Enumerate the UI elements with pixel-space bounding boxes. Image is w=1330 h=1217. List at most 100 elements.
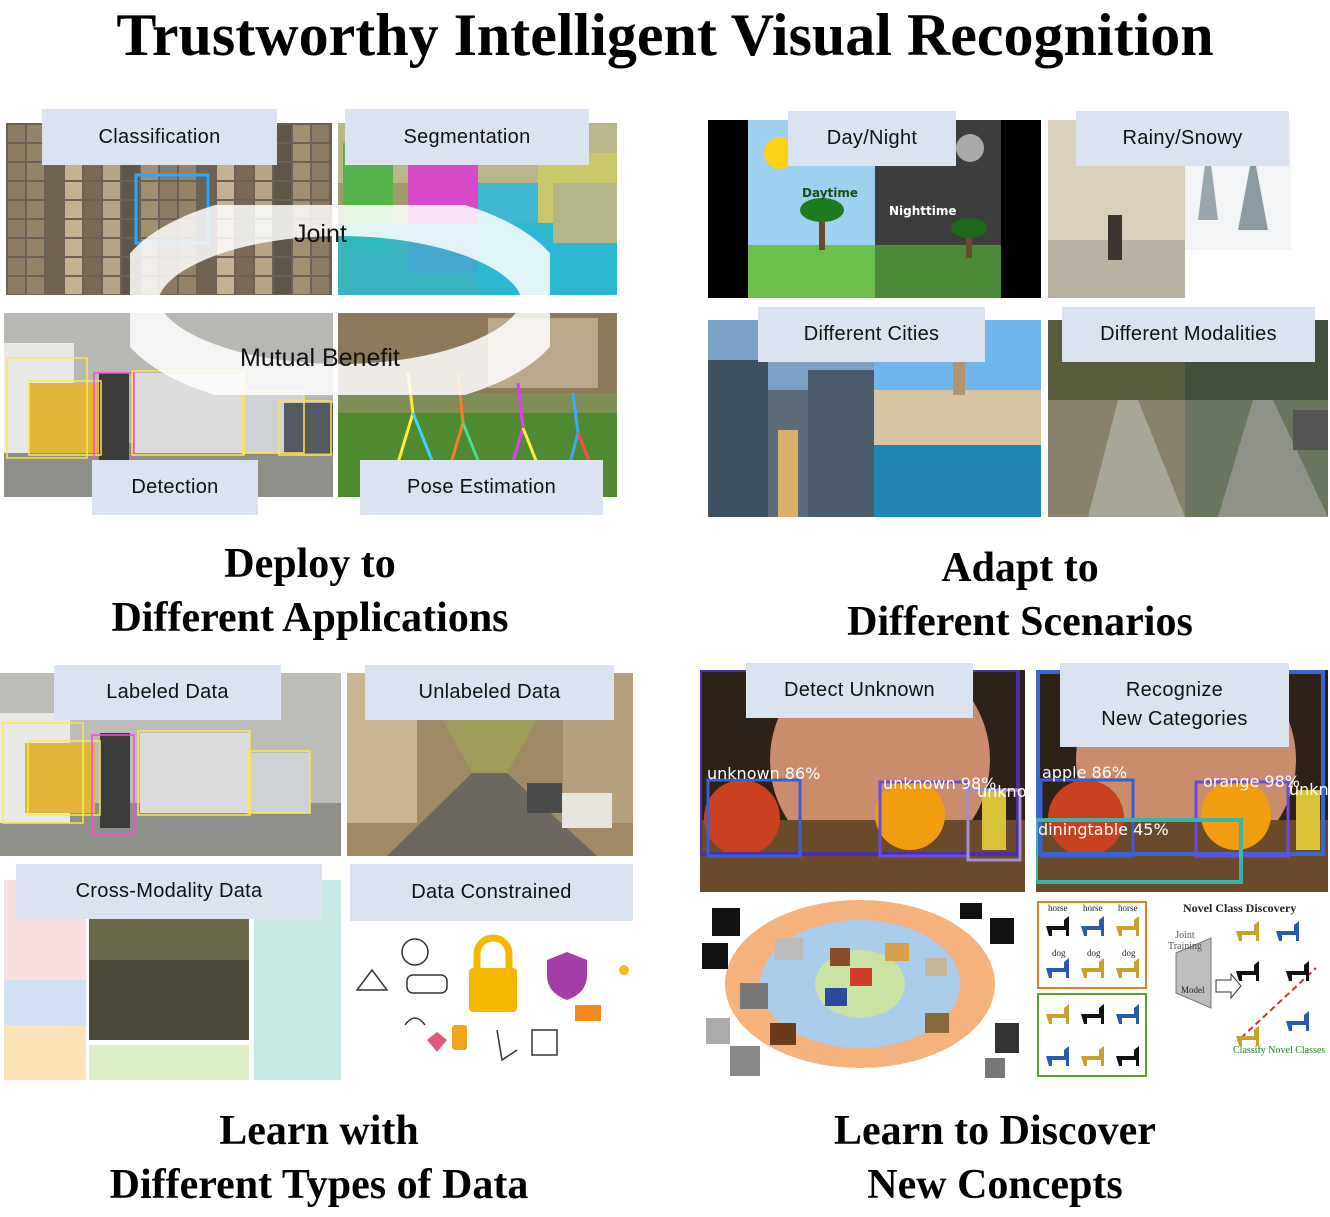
- thumbnail-tile: [27, 163, 44, 180]
- pose-estimation-label: Pose Estimation: [360, 460, 603, 515]
- ncd-model: Model: [1181, 985, 1205, 995]
- thumbnail-tile: [255, 182, 272, 199]
- caption-line: Different Applications: [111, 595, 509, 641]
- ncd-class-label: dog: [1052, 948, 1066, 958]
- thumbnail-tile: [27, 201, 44, 218]
- thumbnail-tile: [8, 220, 25, 237]
- thumbnail-tile: [293, 144, 310, 161]
- thumbnail-tile: [236, 163, 253, 180]
- ncd-joint-training: Joint Training: [1167, 930, 1203, 952]
- applications-caption: Deploy to Different Applications: [40, 537, 580, 645]
- detection-unknown-3: unkno: [977, 782, 1027, 801]
- ncd-title: Novel Class Discovery: [1183, 901, 1297, 915]
- thumbnail-tile: [103, 182, 120, 199]
- scenarios-caption: Adapt to Different Scenarios: [750, 541, 1290, 649]
- thumbnail-tile: [103, 258, 120, 275]
- thumbnail-tile: [103, 277, 120, 294]
- thumbnail-tile: [160, 163, 177, 180]
- thumbnail-tile: [274, 163, 291, 180]
- joint-label: Joint: [294, 220, 347, 248]
- thumbnail-tile: [8, 258, 25, 275]
- thumbnail-tile: [27, 258, 44, 275]
- caption-line: Learn with: [219, 1108, 419, 1154]
- different-cities-label: Different Cities: [758, 307, 985, 362]
- thumbnail-tile: [103, 163, 120, 180]
- data-types-caption: Learn with Different Types of Data: [49, 1104, 589, 1212]
- thumbnail-tile: [46, 277, 63, 294]
- data-constrained-label: Data Constrained: [350, 864, 633, 921]
- thumbnail-tile: [103, 220, 120, 237]
- ncd-class-label: dog: [1122, 948, 1136, 958]
- thumbnail-tile: [84, 258, 101, 275]
- ncd-class-label: horse: [1118, 903, 1138, 913]
- thumbnail-tile: [27, 239, 44, 256]
- thumbnail-tile: [46, 182, 63, 199]
- thumbnail-tile: [65, 182, 82, 199]
- thumbnail-tile: [65, 277, 82, 294]
- thumbnail-tile: [84, 182, 101, 199]
- thumbnail-tile: [84, 220, 101, 237]
- classification-label: Classification: [42, 109, 277, 165]
- thumbnail-tile: [103, 239, 120, 256]
- thumbnail-tile: [27, 220, 44, 237]
- thumbnail-tile: [8, 144, 25, 161]
- mutual-benefit-label: Mutual Benefit: [240, 344, 400, 372]
- different-modalities-label: Different Modalities: [1062, 307, 1315, 362]
- page-title: Trustworthy Intelligent Visual Recogniti…: [116, 2, 1214, 68]
- thumbnail-tile: [46, 258, 63, 275]
- thumbnail-tile: [65, 220, 82, 237]
- thumbnail-tile: [65, 258, 82, 275]
- thumbnail-tile: [65, 239, 82, 256]
- caption-line: Adapt to: [941, 545, 1099, 591]
- thumbnail-tile: [293, 182, 310, 199]
- thumbnail-tile: [65, 201, 82, 218]
- detection-unknown-1: unknown 86%: [707, 764, 821, 783]
- ncd-classify: Classify Novel Classes: [1233, 1045, 1326, 1056]
- detect-unknown-label: Detect Unknown: [746, 663, 973, 718]
- thumbnail-tile: [312, 182, 329, 199]
- thumbnail-tile: [8, 125, 25, 142]
- thumbnail-tile: [141, 182, 158, 199]
- daytime-text: Daytime: [802, 186, 859, 200]
- thumbnail-tile: [8, 201, 25, 218]
- labeled-data-label: Labeled Data: [54, 665, 281, 720]
- thumbnail-tile: [160, 182, 177, 199]
- label-line: Recognize: [1125, 679, 1224, 701]
- thumbnail-tile: [84, 239, 101, 256]
- detection-unknown-4: unkn: [1289, 780, 1329, 799]
- thumbnail-tile: [46, 201, 63, 218]
- thumbnail-tile: [312, 144, 329, 161]
- thumbnail-tile: [46, 239, 63, 256]
- detection-diningtable: diningtable 45%: [1038, 820, 1169, 839]
- caption-line: Different Scenarios: [847, 599, 1193, 645]
- day-night-label: Day/Night: [788, 111, 956, 166]
- thumbnail-tile: [8, 239, 25, 256]
- cross-modality-label: Cross-Modality Data: [16, 864, 322, 919]
- detection-apple: apple 86%: [1042, 763, 1128, 782]
- thumbnail-tile: [103, 201, 120, 218]
- thumbnail-tile: [46, 163, 63, 180]
- caption-line: Learn to Discover: [834, 1108, 1156, 1154]
- rainy-snowy-label: Rainy/Snowy: [1076, 111, 1289, 166]
- thumbnail-tile: [312, 125, 329, 142]
- detection-orange: orange 98%: [1203, 772, 1300, 791]
- discover-caption: Learn to Discover New Concepts: [725, 1104, 1265, 1212]
- thumbnail-tile: [65, 163, 82, 180]
- thumbnail-tile: [293, 163, 310, 180]
- caption-line: New Concepts: [867, 1162, 1123, 1208]
- label-line: New Categories: [1101, 708, 1248, 730]
- detection-label: Detection: [92, 460, 258, 515]
- thumbnail-tile: [46, 220, 63, 237]
- ncd-class-label: dog: [1087, 948, 1101, 958]
- thumbnail-tile: [255, 163, 272, 180]
- segmentation-label: Segmentation: [345, 109, 589, 165]
- ncd-class-label: horse: [1048, 903, 1068, 913]
- thumbnail-tile: [8, 277, 25, 294]
- thumbnail-tile: [179, 182, 196, 199]
- thumbnail-tile: [141, 163, 158, 180]
- concept-orbit-image: [700, 898, 1025, 1080]
- recognize-new-categories-label: Recognize New Categories: [1060, 663, 1289, 747]
- thumbnail-tile: [84, 277, 101, 294]
- thumbnail-tile: [84, 163, 101, 180]
- thumbnail-tile: [8, 163, 25, 180]
